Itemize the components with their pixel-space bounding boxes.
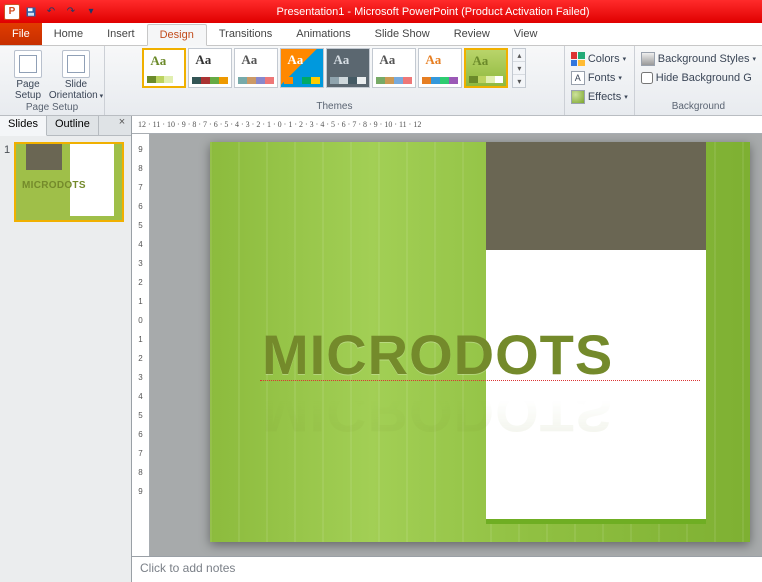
slide-title[interactable]: MICRODOTS	[262, 322, 613, 387]
notes-pane[interactable]: Click to add notes	[132, 556, 762, 582]
tab-outline-panel[interactable]: Outline	[47, 116, 99, 135]
group-theme-variants: Colors▾ A Fonts▾ Effects▾	[565, 46, 635, 115]
slide-title-reflection: MICRODOTS	[262, 380, 613, 445]
vertical-ruler[interactable]: 9876543210123456789	[132, 134, 150, 556]
theme-thumb[interactable]: Aa	[280, 48, 324, 88]
group-themes: Aa Aa Aa Aa Aa	[105, 46, 565, 115]
undo-icon[interactable]: ↶	[42, 3, 60, 21]
redo-icon[interactable]: ↷	[62, 3, 80, 21]
tab-review[interactable]: Review	[442, 23, 502, 45]
editor: 12 · 11 · 10 · 9 · 8 · 7 · 6 · 5 · 4 · 3…	[132, 116, 762, 582]
tab-slideshow[interactable]: Slide Show	[363, 23, 442, 45]
hide-bg-graphics-checkbox[interactable]: Hide Background G	[641, 69, 756, 87]
fonts-dropdown[interactable]: A Fonts▾	[571, 69, 628, 87]
orientation-icon	[62, 50, 90, 78]
group-page-setup: Page Setup Slide Orientation ▾ Page Setu…	[0, 46, 105, 115]
slide[interactable]: MICRODOTS MICRODOTS	[210, 142, 750, 542]
theme-thumb-current[interactable]: Aa	[142, 48, 186, 88]
themes-gallery: Aa Aa Aa Aa Aa	[142, 48, 526, 88]
work-area: Slides Outline × 1 MICRODOTS 12 · 11 · 1…	[0, 116, 762, 582]
page-setup-button[interactable]: Page Setup	[6, 48, 50, 101]
slide-number: 1	[4, 144, 10, 156]
slide-thumbnail-1[interactable]: 1 MICRODOTS	[14, 142, 124, 222]
slide-dark-block	[486, 142, 706, 250]
theme-thumb[interactable]: Aa	[188, 48, 232, 88]
theme-thumb[interactable]: Aa	[372, 48, 416, 88]
colors-icon	[571, 52, 585, 66]
theme-thumb[interactable]: Aa	[326, 48, 370, 88]
tab-animations[interactable]: Animations	[284, 23, 362, 45]
ribbon-tabs: File Home Insert Design Transitions Anim…	[0, 23, 762, 46]
horizontal-ruler[interactable]: 12 · 11 · 10 · 9 · 8 · 7 · 6 · 5 · 4 · 3…	[132, 116, 762, 134]
tab-design[interactable]: Design	[147, 24, 207, 46]
qat-customize-icon[interactable]: ▾	[82, 3, 100, 21]
effects-icon	[571, 90, 585, 104]
panel-tabs: Slides Outline ×	[0, 116, 131, 136]
title-bar: P ↶ ↷ ▾ Presentation1 - Microsoft PowerP…	[0, 0, 762, 23]
theme-thumb[interactable]: Aa	[418, 48, 462, 88]
close-panel-icon[interactable]: ×	[113, 116, 131, 135]
save-icon[interactable]	[22, 3, 40, 21]
slide-accent-bar	[486, 519, 706, 524]
thumbnails: 1 MICRODOTS	[0, 136, 131, 582]
tab-slides-panel[interactable]: Slides	[0, 116, 47, 136]
group-background: Background Styles▾ Hide Background G Bac…	[635, 46, 762, 115]
tab-insert[interactable]: Insert	[95, 23, 147, 45]
gallery-up-icon[interactable]: ▴	[513, 49, 525, 62]
tab-transitions[interactable]: Transitions	[207, 23, 284, 45]
window-title: Presentation1 - Microsoft PowerPoint (Pr…	[104, 6, 762, 18]
slide-orientation-button[interactable]: Slide Orientation ▾	[54, 48, 98, 102]
app-icon[interactable]: P	[4, 4, 20, 20]
quick-access-toolbar: P ↶ ↷ ▾	[0, 3, 104, 21]
slides-panel: Slides Outline × 1 MICRODOTS	[0, 116, 132, 582]
fonts-icon: A	[571, 71, 585, 85]
ribbon: Page Setup Slide Orientation ▾ Page Setu…	[0, 46, 762, 116]
gallery-more-icon[interactable]: ▾	[513, 75, 525, 87]
gallery-down-icon[interactable]: ▾	[513, 62, 525, 75]
slide-canvas-area[interactable]: MICRODOTS MICRODOTS	[150, 134, 762, 556]
effects-dropdown[interactable]: Effects▾	[571, 88, 628, 106]
tab-file[interactable]: File	[0, 23, 42, 45]
theme-thumb[interactable]: Aa	[234, 48, 278, 88]
page-setup-icon	[14, 50, 42, 78]
gallery-scroll: ▴ ▾ ▾	[512, 48, 526, 88]
background-styles-dropdown[interactable]: Background Styles▾	[641, 50, 756, 68]
checkbox-icon[interactable]	[641, 72, 653, 84]
tab-home[interactable]: Home	[42, 23, 95, 45]
colors-dropdown[interactable]: Colors▾	[571, 50, 628, 68]
spellcheck-underline	[260, 380, 700, 381]
tab-view[interactable]: View	[502, 23, 550, 45]
theme-thumb-hover[interactable]: Aa	[464, 48, 508, 88]
background-styles-icon	[641, 52, 655, 66]
